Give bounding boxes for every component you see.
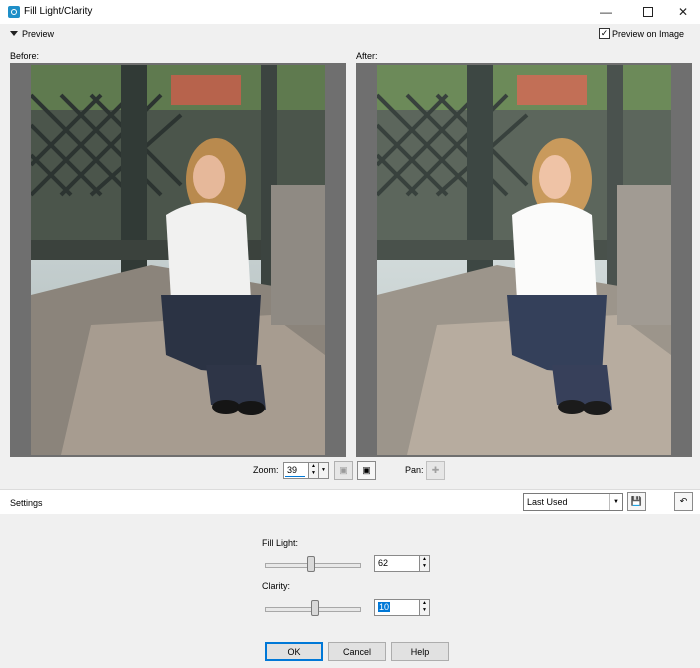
- clarity-label: Clarity:: [262, 581, 291, 591]
- clarity-slider-thumb[interactable]: [310, 600, 319, 616]
- fill-light-spin-arrows[interactable]: ▲ ▼: [419, 556, 429, 571]
- fill-light-label: Fill Light:: [262, 538, 299, 548]
- preview-on-image-label: Preview on Image: [612, 29, 685, 39]
- clarity-input[interactable]: 10 ▲ ▼: [374, 599, 430, 616]
- spin-up-icon: ▲: [422, 556, 427, 562]
- fill-light-slider-thumb[interactable]: [307, 556, 316, 572]
- spin-down-icon: ▼: [422, 563, 427, 569]
- spin-up-icon: ▲: [311, 463, 316, 469]
- maximize-button[interactable]: [631, 0, 665, 24]
- zoom-dropdown-arrow[interactable]: ▼: [318, 463, 328, 478]
- after-label: After:: [356, 51, 378, 61]
- app-icon: [8, 6, 20, 18]
- preview-bar: [0, 24, 700, 44]
- pan-button[interactable]: ✚: [426, 461, 445, 480]
- maximize-icon: [643, 7, 653, 17]
- zoom-label: Zoom:: [253, 465, 279, 475]
- spin-down-icon: ▼: [422, 607, 427, 613]
- before-label: Before:: [10, 51, 40, 61]
- ok-button[interactable]: OK: [265, 642, 323, 661]
- chevron-down-icon: ▼: [609, 494, 622, 510]
- zoom-spin-arrows[interactable]: ▲ ▼: [308, 463, 318, 478]
- cancel-button[interactable]: Cancel: [328, 642, 386, 661]
- window-title: Fill Light/Clarity: [24, 6, 93, 17]
- fill-light-input[interactable]: 62 ▲ ▼: [374, 555, 430, 572]
- fill-light-value: 62: [378, 558, 389, 568]
- before-preview-image: [31, 65, 325, 455]
- zoom-fit-icon: ▣: [339, 465, 348, 475]
- spin-down-icon: ▼: [311, 470, 316, 476]
- collapse-triangle-icon[interactable]: [10, 31, 18, 36]
- zoom-actual-size-button[interactable]: ▣: [357, 461, 376, 480]
- zoom-actual-size-icon: ▣: [362, 465, 371, 475]
- zoom-fit-button[interactable]: ▣: [334, 461, 353, 480]
- chevron-down-icon: ▼: [321, 467, 326, 473]
- after-preview-image: [377, 65, 671, 455]
- zoom-value: 39: [287, 465, 298, 475]
- help-button[interactable]: Help: [391, 642, 449, 661]
- clarity-spin-arrows[interactable]: ▲ ▼: [419, 600, 429, 615]
- minimize-button[interactable]: —: [589, 0, 623, 24]
- close-icon: ✕: [677, 5, 689, 19]
- reset-button[interactable]: ↶: [674, 492, 693, 511]
- zoom-focus-underline: [285, 476, 305, 477]
- reset-icon: ↶: [679, 496, 688, 506]
- preview-on-image-checkbox[interactable]: ✓: [599, 28, 610, 39]
- minimize-icon: —: [600, 5, 612, 19]
- pan-icon: ✚: [431, 465, 440, 475]
- spin-up-icon: ▲: [422, 600, 427, 606]
- preset-select[interactable]: Last Used ▼: [523, 493, 623, 511]
- save-icon: 💾: [630, 496, 643, 506]
- close-button[interactable]: ✕: [666, 0, 700, 24]
- clarity-value: 10: [378, 602, 391, 612]
- preview-toggle[interactable]: Preview: [22, 29, 54, 39]
- settings-label: Settings: [10, 498, 43, 508]
- zoom-input[interactable]: 39 ▲ ▼ ▼: [283, 462, 329, 479]
- preset-value: Last Used: [527, 497, 568, 507]
- pan-label: Pan:: [405, 465, 424, 475]
- save-preset-button[interactable]: 💾: [627, 492, 646, 511]
- checkmark-icon: ✓: [600, 28, 609, 38]
